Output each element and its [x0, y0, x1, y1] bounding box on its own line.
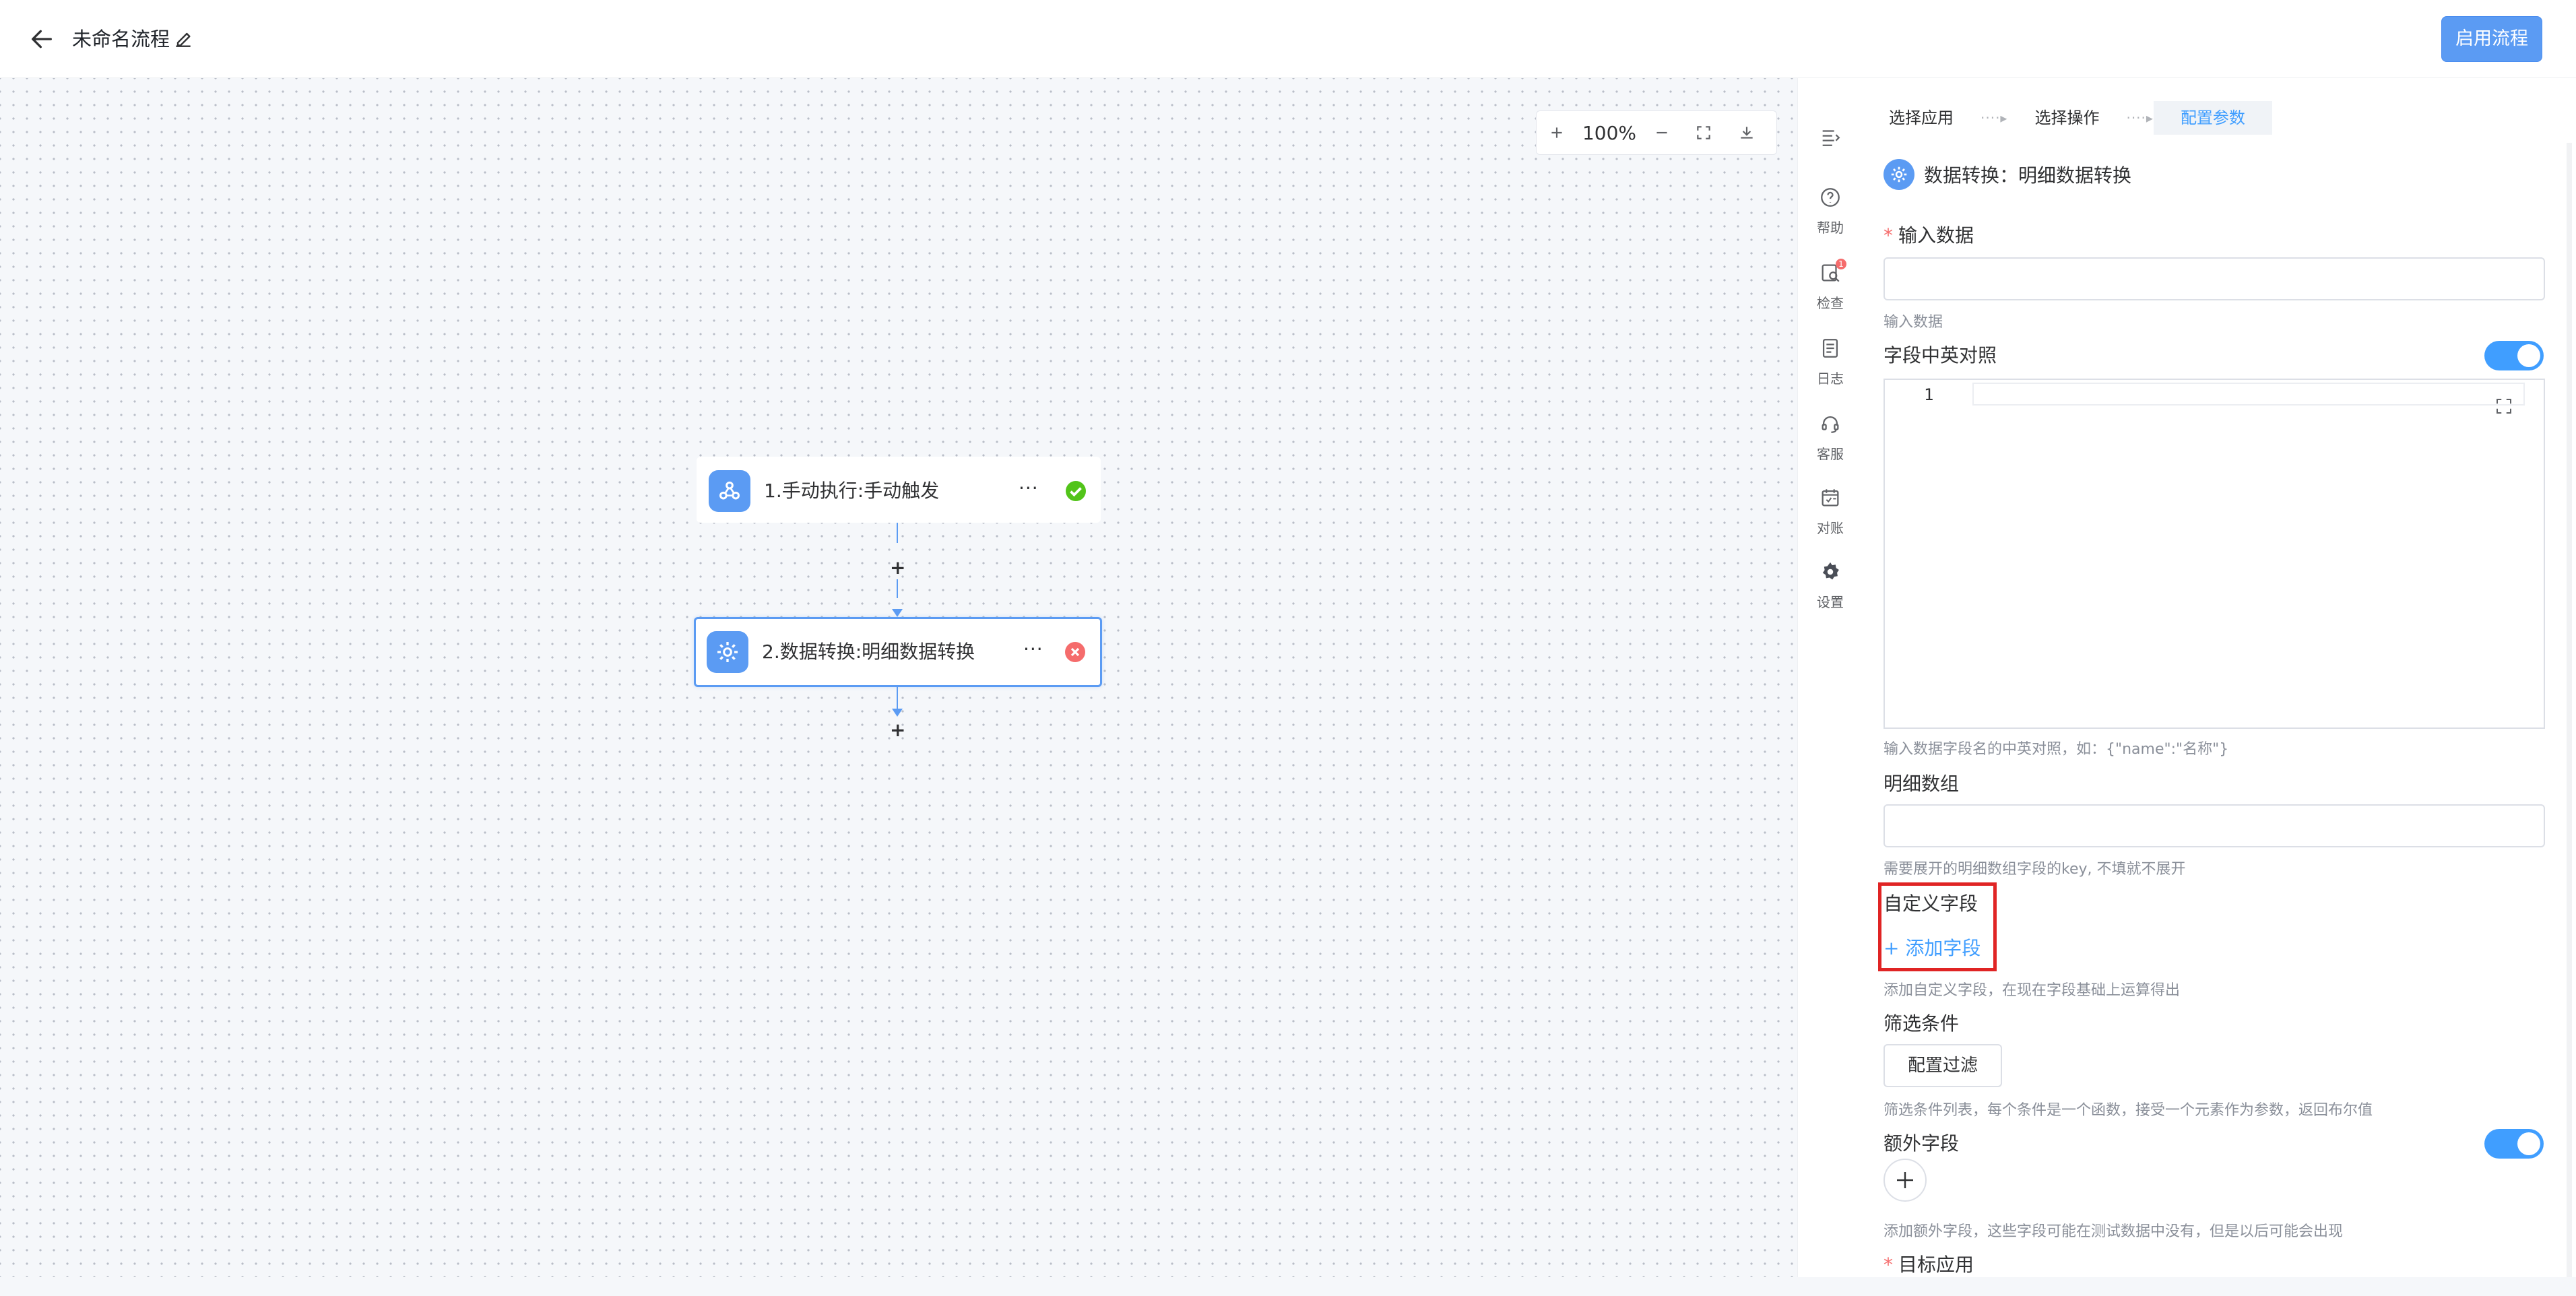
plus-icon: [1897, 1172, 1913, 1188]
collapse-panel-icon[interactable]: [1798, 125, 1863, 148]
node-more-icon[interactable]: ···: [1019, 477, 1039, 499]
current-line: [1972, 383, 2525, 406]
reconcile-icon: [1822, 489, 1839, 507]
gear-icon: [1822, 562, 1839, 580]
extra-field-help: 添加额外字段，这些字段可能在测试数据中没有，但是以后可能会出现: [1883, 1223, 2344, 1240]
check-badge: 1: [1836, 259, 1846, 269]
step-config-params[interactable]: 配置参数: [2153, 101, 2272, 135]
tool-label: 客服: [1817, 446, 1844, 462]
tool-label: 检查: [1817, 295, 1844, 311]
connector-line: [897, 523, 898, 543]
zoom-out-icon[interactable]: [1642, 111, 1682, 154]
support-tool[interactable]: 客服: [1798, 412, 1863, 463]
connector-line: [897, 687, 898, 710]
highlight-box: [1878, 882, 1997, 971]
error-x-icon: [1065, 642, 1085, 662]
top-header: 未命名流程 启用流程: [0, 0, 2576, 78]
mapping-label: 字段中英对照: [1883, 344, 1997, 366]
help-icon: [1821, 188, 1840, 207]
target-app-label: * 目标应用: [1883, 1250, 1974, 1277]
custom-field-help: 添加自定义字段，在现在字段基础上运算得出: [1883, 982, 2181, 999]
fit-screen-icon[interactable]: [1682, 111, 1725, 154]
step-arrow-icon: ····▸: [1981, 110, 2008, 126]
tool-label: 日志: [1817, 370, 1844, 387]
zoom-in-icon[interactable]: [1537, 111, 1577, 154]
detail-array-label: 明细数组: [1883, 773, 1960, 795]
connector-line: [897, 579, 898, 598]
flow-title: 未命名流程: [72, 28, 170, 51]
mapping-toggle[interactable]: [2484, 341, 2544, 370]
expand-editor-icon[interactable]: [2494, 396, 2514, 416]
add-node-plus-icon[interactable]: +: [890, 721, 905, 740]
settings-tool[interactable]: 设置: [1798, 560, 1863, 611]
tool-label: 帮助: [1817, 220, 1844, 236]
data-transform-gear-icon: [707, 631, 748, 673]
add-extra-field-button[interactable]: [1883, 1159, 1927, 1202]
filter-help: 筛选条件列表，每个条件是一个函数，接受一个元素作为参数，返回布尔值: [1883, 1102, 2373, 1119]
extra-field-label: 额外字段: [1883, 1132, 1960, 1155]
input-data-help: 输入数据: [1883, 314, 1943, 331]
panel-header: 数据转换：明细数据转换: [1883, 159, 2131, 190]
config-panel: 选择应用 ····▸ 选择操作 ····▸ 配置参数 数据转换：明细数据转换 *…: [1862, 78, 2576, 1277]
connector-arrow-icon: [892, 709, 903, 717]
line-number: 1: [1924, 385, 1934, 404]
check-tool[interactable]: 1 检查: [1798, 259, 1863, 312]
node-label: 2.数据转换:明细数据转换: [762, 641, 975, 663]
tool-label: 对账: [1817, 520, 1844, 536]
add-node-plus-icon[interactable]: +: [890, 558, 905, 577]
data-transform-gear-icon: [1883, 159, 1914, 190]
zoom-toolbar: 100%: [1536, 110, 1777, 155]
required-mark: *: [1883, 224, 1893, 247]
extra-field-toggle[interactable]: [2484, 1129, 2544, 1159]
input-data-field[interactable]: [1883, 257, 2545, 300]
bottom-strip: [0, 1277, 2576, 1296]
step-breadcrumb: 选择应用 ····▸ 选择操作 ····▸ 配置参数: [1862, 101, 2272, 135]
right-tool-strip: 帮助 1 检查 日志 客服 对账 设置: [1797, 78, 1863, 1277]
mapping-help: 输入数据字段名的中英对照，如：{"name":"名称"}: [1883, 741, 2229, 758]
input-data-label-text: 输入数据: [1898, 224, 1974, 247]
step-select-app[interactable]: 选择应用: [1862, 101, 1981, 135]
required-mark: *: [1883, 1254, 1893, 1276]
configure-filter-button[interactable]: 配置过滤: [1883, 1044, 2002, 1087]
filter-label: 筛选条件: [1883, 1012, 1960, 1035]
detail-array-field[interactable]: [1883, 804, 2545, 847]
success-check-icon: [1066, 481, 1086, 501]
step-arrow-icon: ····▸: [2126, 110, 2154, 126]
log-icon: [1822, 339, 1838, 358]
flow-node-data-transform[interactable]: 2.数据转换:明细数据转换 ···: [694, 617, 1102, 687]
flow-canvas[interactable]: 100% 1.手动执行:手动触发 ··· + 2.数据转换:明细数据转换 ···: [0, 78, 1797, 1277]
back-arrow-icon[interactable]: [28, 26, 55, 53]
mapping-code-editor[interactable]: 1: [1883, 379, 2545, 729]
step-select-action[interactable]: 选择操作: [2007, 101, 2126, 135]
log-tool[interactable]: 日志: [1798, 337, 1863, 387]
detail-array-help: 需要展开的明细数组字段的key, 不填就不展开: [1883, 861, 2186, 878]
reconcile-tool[interactable]: 对账: [1798, 486, 1863, 537]
panel-title: 数据转换：明细数据转换: [1924, 164, 2132, 187]
flow-node-trigger[interactable]: 1.手动执行:手动触发 ···: [697, 457, 1101, 523]
node-label: 1.手动执行:手动触发: [764, 480, 940, 502]
input-data-label: * 输入数据: [1883, 221, 1974, 248]
download-icon[interactable]: [1725, 111, 1768, 154]
target-app-label-text: 目标应用: [1898, 1254, 1974, 1276]
panel-scrollbar[interactable]: [2567, 143, 2572, 1277]
tool-label: 设置: [1817, 594, 1844, 610]
help-tool[interactable]: 帮助: [1798, 186, 1863, 236]
headset-icon: [1822, 416, 1839, 433]
edit-title-icon[interactable]: [172, 28, 194, 50]
node-more-icon[interactable]: ···: [1023, 638, 1043, 660]
connector-arrow-icon: [892, 609, 903, 617]
webhook-icon: [709, 470, 750, 512]
zoom-level: 100%: [1582, 121, 1637, 144]
enable-flow-button[interactable]: 启用流程: [2441, 16, 2542, 62]
